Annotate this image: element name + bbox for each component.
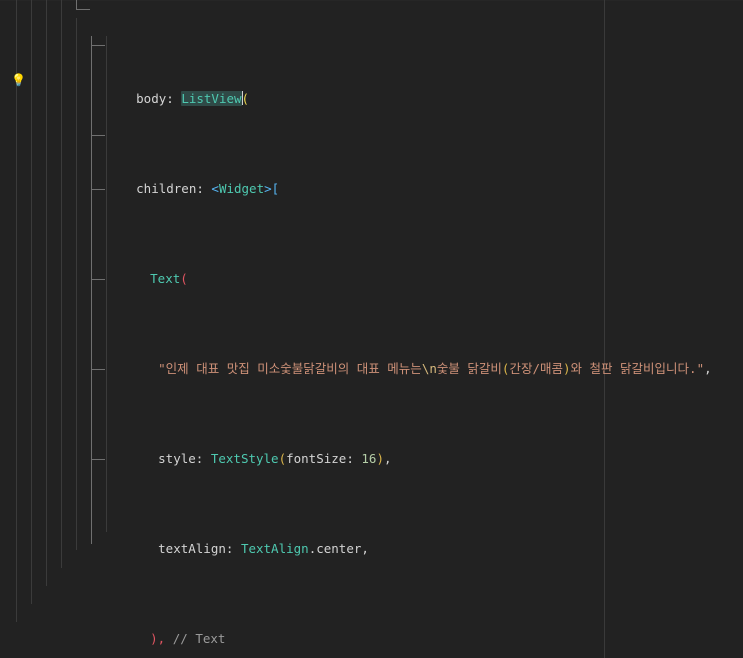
style-comma: , — [383, 451, 392, 466]
string-escape-newline: \n — [421, 361, 437, 376]
textstyle-paren-open: ( — [278, 451, 287, 466]
textstyle-type: TextStyle — [210, 451, 279, 466]
string-part-3: 간장/매콤 — [509, 361, 563, 376]
fontsize-value: 16 — [361, 451, 377, 466]
code-lines[interactable]: 💡 body: ListView( children: <Widget>[ Tex… — [0, 0, 743, 658]
textalign-label: textAlign: — [158, 541, 241, 556]
code-editor[interactable]: 💡 body: ListView( children: <Widget>[ Tex… — [0, 0, 743, 658]
string-part-1: "인제 대표 맛집 미소숯불닭갈비의 대표 메뉴는 — [158, 361, 422, 376]
body-keyword: body: — [136, 91, 182, 106]
code-line-style[interactable]: style: TextStyle(fontSize: 16), — [0, 432, 743, 466]
angle-open: < — [211, 181, 219, 196]
text-type: Text — [150, 271, 181, 286]
fontsize-label: fontSize: — [286, 451, 362, 466]
text-close-comment: // Text — [165, 631, 226, 646]
paren-open: ( — [241, 91, 250, 106]
bracket-open: [ — [271, 181, 280, 196]
code-line-textalign[interactable]: textAlign: TextAlign.center, — [0, 522, 743, 556]
code-line-body[interactable]: 💡 body: ListView( — [0, 72, 743, 106]
widget-generic-type: Widget — [218, 181, 265, 196]
string-part-2: 숯불 닭갈비 — [436, 361, 502, 376]
string-comma: , — [704, 361, 712, 376]
string-part-4: 와 철판 닭갈비입니다." — [570, 361, 705, 376]
textstyle-paren-close: ) — [376, 451, 384, 466]
textalign-member: .center, — [308, 541, 369, 556]
code-line-text-widget[interactable]: Text( — [0, 252, 743, 286]
code-line-text-close[interactable]: ), // Text — [0, 612, 743, 646]
lightbulb-icon[interactable]: 💡 — [11, 73, 26, 88]
code-line-korean-string[interactable]: "인제 대표 맛집 미소숯불닭갈비의 대표 메뉴는\n숯불 닭갈비(간장/매콤)… — [0, 342, 743, 376]
style-label: style: — [158, 451, 211, 466]
string-paren-close: ) — [562, 361, 571, 376]
listview-type: ListView — [181, 91, 242, 106]
text-close-paren: ), — [150, 631, 166, 646]
text-paren-open: ( — [180, 271, 188, 286]
code-line-children[interactable]: children: <Widget>[ — [0, 162, 743, 196]
angle-close: > — [264, 181, 272, 196]
textalign-type: TextAlign — [240, 541, 309, 556]
children-label: children: — [136, 181, 212, 196]
selected-word-listview[interactable]: ListView — [181, 91, 242, 106]
